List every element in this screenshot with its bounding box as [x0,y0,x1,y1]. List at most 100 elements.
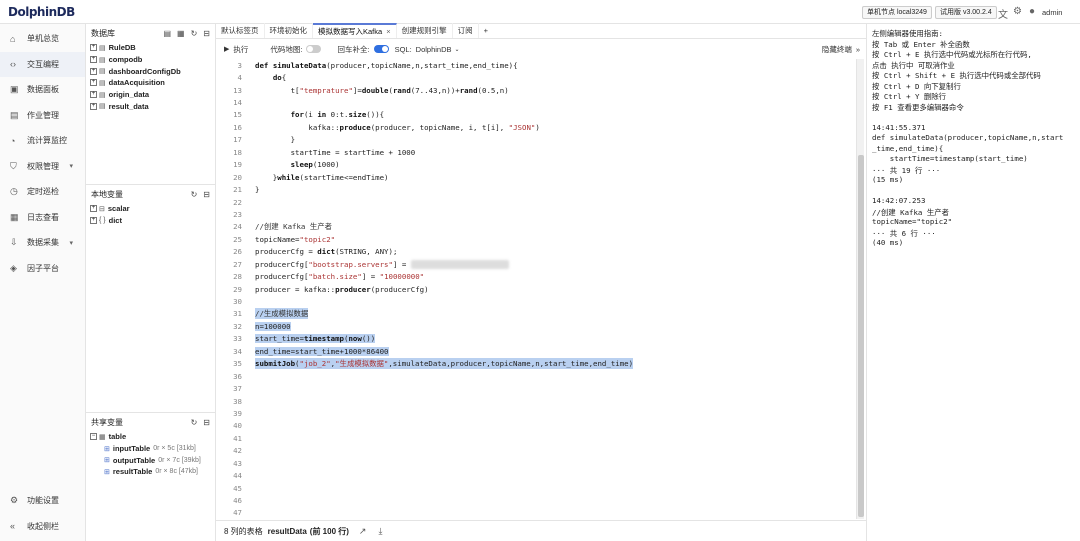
chevron-down-icon[interactable]: ▾ [69,239,73,247]
code-line: 25 topicName="topic2" [216,233,856,245]
new-db-icon[interactable]: ▤ [163,29,171,38]
shared-table-name: outputTable [112,455,156,465]
new-table-icon[interactable]: ▦ [177,29,185,38]
sidebar-item-factor[interactable]: ◈ 因子平台 [0,256,85,282]
version-badge[interactable]: 试用版 v3.00.2.4 [935,6,997,19]
collapse-all-icon[interactable]: ⊟ [203,190,210,199]
database-icon: ▤ [99,103,106,111]
database-icon: ▤ [99,79,106,87]
sidebar-item-collect[interactable]: ⇩ 数据采集 ▾ [0,230,85,256]
user-name[interactable]: admin [1042,8,1062,17]
line-number: 44 [233,471,242,481]
tree-item-variable[interactable]: +{ } dict [90,215,215,227]
code-text: }while(startTime<=endTime) [255,172,389,182]
expand-icon[interactable]: + [90,217,97,225]
node-badge[interactable]: 单机节点 local3249 [862,6,932,19]
code-text: producer = kafka::producer(producerCfg) [255,284,429,294]
code-text: producerCfg["bootstrap.servers"] = [255,259,411,269]
run-button[interactable]: 执行 [233,44,248,55]
collapse-all-icon[interactable]: ⊟ [203,418,210,427]
tree-item-shared-table[interactable]: ⊞ outputTable 0r × 7c [39kb] [90,454,215,466]
tree-item-database[interactable]: + ▤ RuleDB [90,42,215,54]
minimap-toggle[interactable] [306,45,322,53]
code-line: 20 }while(startTime<=endTime) [216,171,856,183]
sidebar-item-monitor[interactable]: ◔ 流计算监控 [0,128,85,154]
hide-terminal-button[interactable]: 隐藏终端 [822,44,852,55]
expand-icon[interactable]: + [90,205,97,213]
scrollbar-thumb[interactable] [858,155,864,517]
line-number: 36 [233,371,242,381]
gear-icon[interactable]: ⚙ [1013,6,1022,17]
chevron-down-icon[interactable]: ▾ [69,162,73,170]
variable-icon: { } [99,217,106,225]
tab-1[interactable]: 默认标签页 [216,23,265,38]
refresh-icon[interactable]: ↻ [191,418,198,427]
play-icon[interactable]: ▶ [224,45,229,53]
tab-4[interactable]: 创建规则引擎 [397,23,453,38]
expand-icon[interactable]: + [90,102,97,110]
sidebar-item-code[interactable]: ‹› 交互编程 [0,51,85,77]
tab-5[interactable]: 订阅 [453,23,479,38]
tab-3[interactable]: 模拟数据写入Kafka × [313,23,397,38]
close-icon[interactable]: × [386,27,390,36]
tree-item-database[interactable]: + ▤ compodb [90,54,215,66]
collapse-all-icon[interactable]: ⊟ [203,29,210,38]
shield-icon: ⛉ [10,160,17,171]
line-number: 15 [233,110,242,120]
code-line: 47 [216,507,856,519]
tree-item-database[interactable]: + ▤ dashboardConfigDb [90,65,215,77]
expand-icon[interactable]: + [90,44,97,52]
monitor-icon: ◔ [10,135,16,146]
tree-item-database[interactable]: + ▤ result_data [90,100,215,112]
expand-icon[interactable]: + [90,91,97,99]
terminal-line: 点击 执行中 可取消作业 [872,60,955,70]
chevron-right-icon[interactable]: » [856,45,860,54]
sidebar-item-dashboard[interactable]: ▣ 数据面板 [0,77,85,103]
open-external-icon[interactable]: ↗ [359,526,367,537]
result-name[interactable]: resultData [268,527,307,536]
code-text: for(i in 0:t.size()){ [290,110,385,120]
chevron-down-icon[interactable]: ⌄ [455,46,460,53]
refresh-icon[interactable]: ↻ [191,29,198,38]
terminal-line: 按 Tab 或 Enter 补全函数 [872,39,970,49]
expand-icon[interactable]: + [90,79,97,87]
expand-icon[interactable]: + [90,56,97,64]
tab-2[interactable]: 环境初始化 [265,23,313,38]
local-variables-panel: 本地变量 ↻ ⊟ + ⊟ scalar +{ } dict [86,184,216,412]
sidebar-item-settings[interactable]: ⚙ 功能设置 [0,488,86,514]
tree-item-shared-table[interactable]: ⊞ resultTable 0r × 8c [47kb] [90,466,215,478]
collapse-icon[interactable]: − [90,433,97,441]
expand-icon[interactable]: + [90,67,97,75]
editor-scrollbar[interactable] [856,59,864,519]
sidebar-item-clock[interactable]: ◷ 定时巡检 [0,179,85,205]
tree-item-database[interactable]: + ▤ dataAcquisition [90,77,215,89]
code-line: 23 [216,208,856,220]
sidebar-item-job[interactable]: ▤ 作业管理 [0,103,85,129]
tab-label: 模拟数据写入Kafka [318,27,383,36]
tree-item-variable[interactable]: + ⊟ scalar [90,203,215,215]
line-number: 3 [237,60,242,70]
home-icon: ⌂ [10,33,16,44]
tree-item-database[interactable]: + ▤ origin_data [90,89,215,101]
panel-title: 本地变量 [91,189,123,199]
line-number: 19 [233,160,242,170]
code-text: start_time=timestamp(now()) [255,334,376,344]
sidebar-item-home[interactable]: ⌂ 单机总览 [0,26,85,52]
download-icon[interactable]: ⤓ [378,526,382,537]
autocomplete-toggle[interactable] [373,45,389,53]
sidebar-item-shield[interactable]: ⛉ 权限管理 ▾ [0,154,85,180]
translate-icon[interactable]: 文 [998,6,1008,21]
line-number: 23 [233,209,242,219]
refresh-icon[interactable]: ↻ [191,190,198,199]
sidebar-collapse[interactable]: « 收起侧栏 [0,514,86,540]
code-line: 3 def simulateData(producer,topicName,n,s… [216,59,856,71]
tree-group-table[interactable]: − ▦ table [90,431,215,443]
add-tab-button[interactable]: + [479,23,493,38]
sql-dialect-select[interactable]: DolphinDB [416,45,452,54]
database-name: dashboardConfigDb [108,66,181,76]
avatar[interactable]: ● [1029,6,1035,17]
sidebar-item-log[interactable]: ▦ 日志查看 [0,205,85,231]
database-icon: ▤ [99,56,106,64]
code-editor[interactable]: 3 def simulateData(producer,topicName,n,s… [216,59,856,519]
tree-item-shared-table[interactable]: ⊞ inputTable 0r × 5c [31kb] [90,443,215,455]
